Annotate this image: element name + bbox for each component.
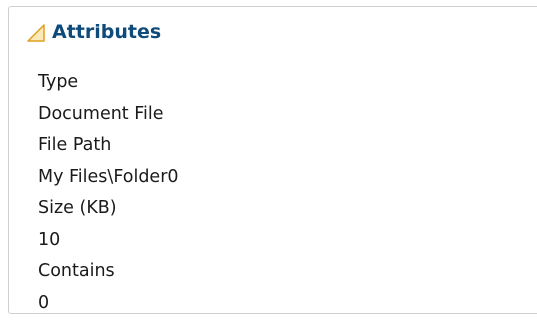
attribute-value-contains: 0	[38, 292, 50, 313]
attribute-list: Type Document File File Path My Files\Fo…	[38, 67, 179, 319]
triangle-collapse-icon[interactable]	[24, 21, 46, 43]
attribute-value-file-path: My Files\Folder0	[38, 166, 179, 187]
attribute-label-contains: Contains	[38, 261, 115, 281]
attribute-label-size: Size (KB)	[38, 198, 117, 218]
attribute-value-size: 10	[38, 229, 61, 250]
attribute-label-type: Type	[38, 72, 79, 92]
attribute-value-type: Document File	[38, 103, 164, 124]
attribute-label-file-path: File Path	[38, 135, 112, 155]
attributes-panel: Attributes Type Document File File Path …	[8, 6, 537, 314]
panel-header[interactable]: Attributes	[24, 21, 161, 43]
panel-title: Attributes	[52, 21, 162, 43]
